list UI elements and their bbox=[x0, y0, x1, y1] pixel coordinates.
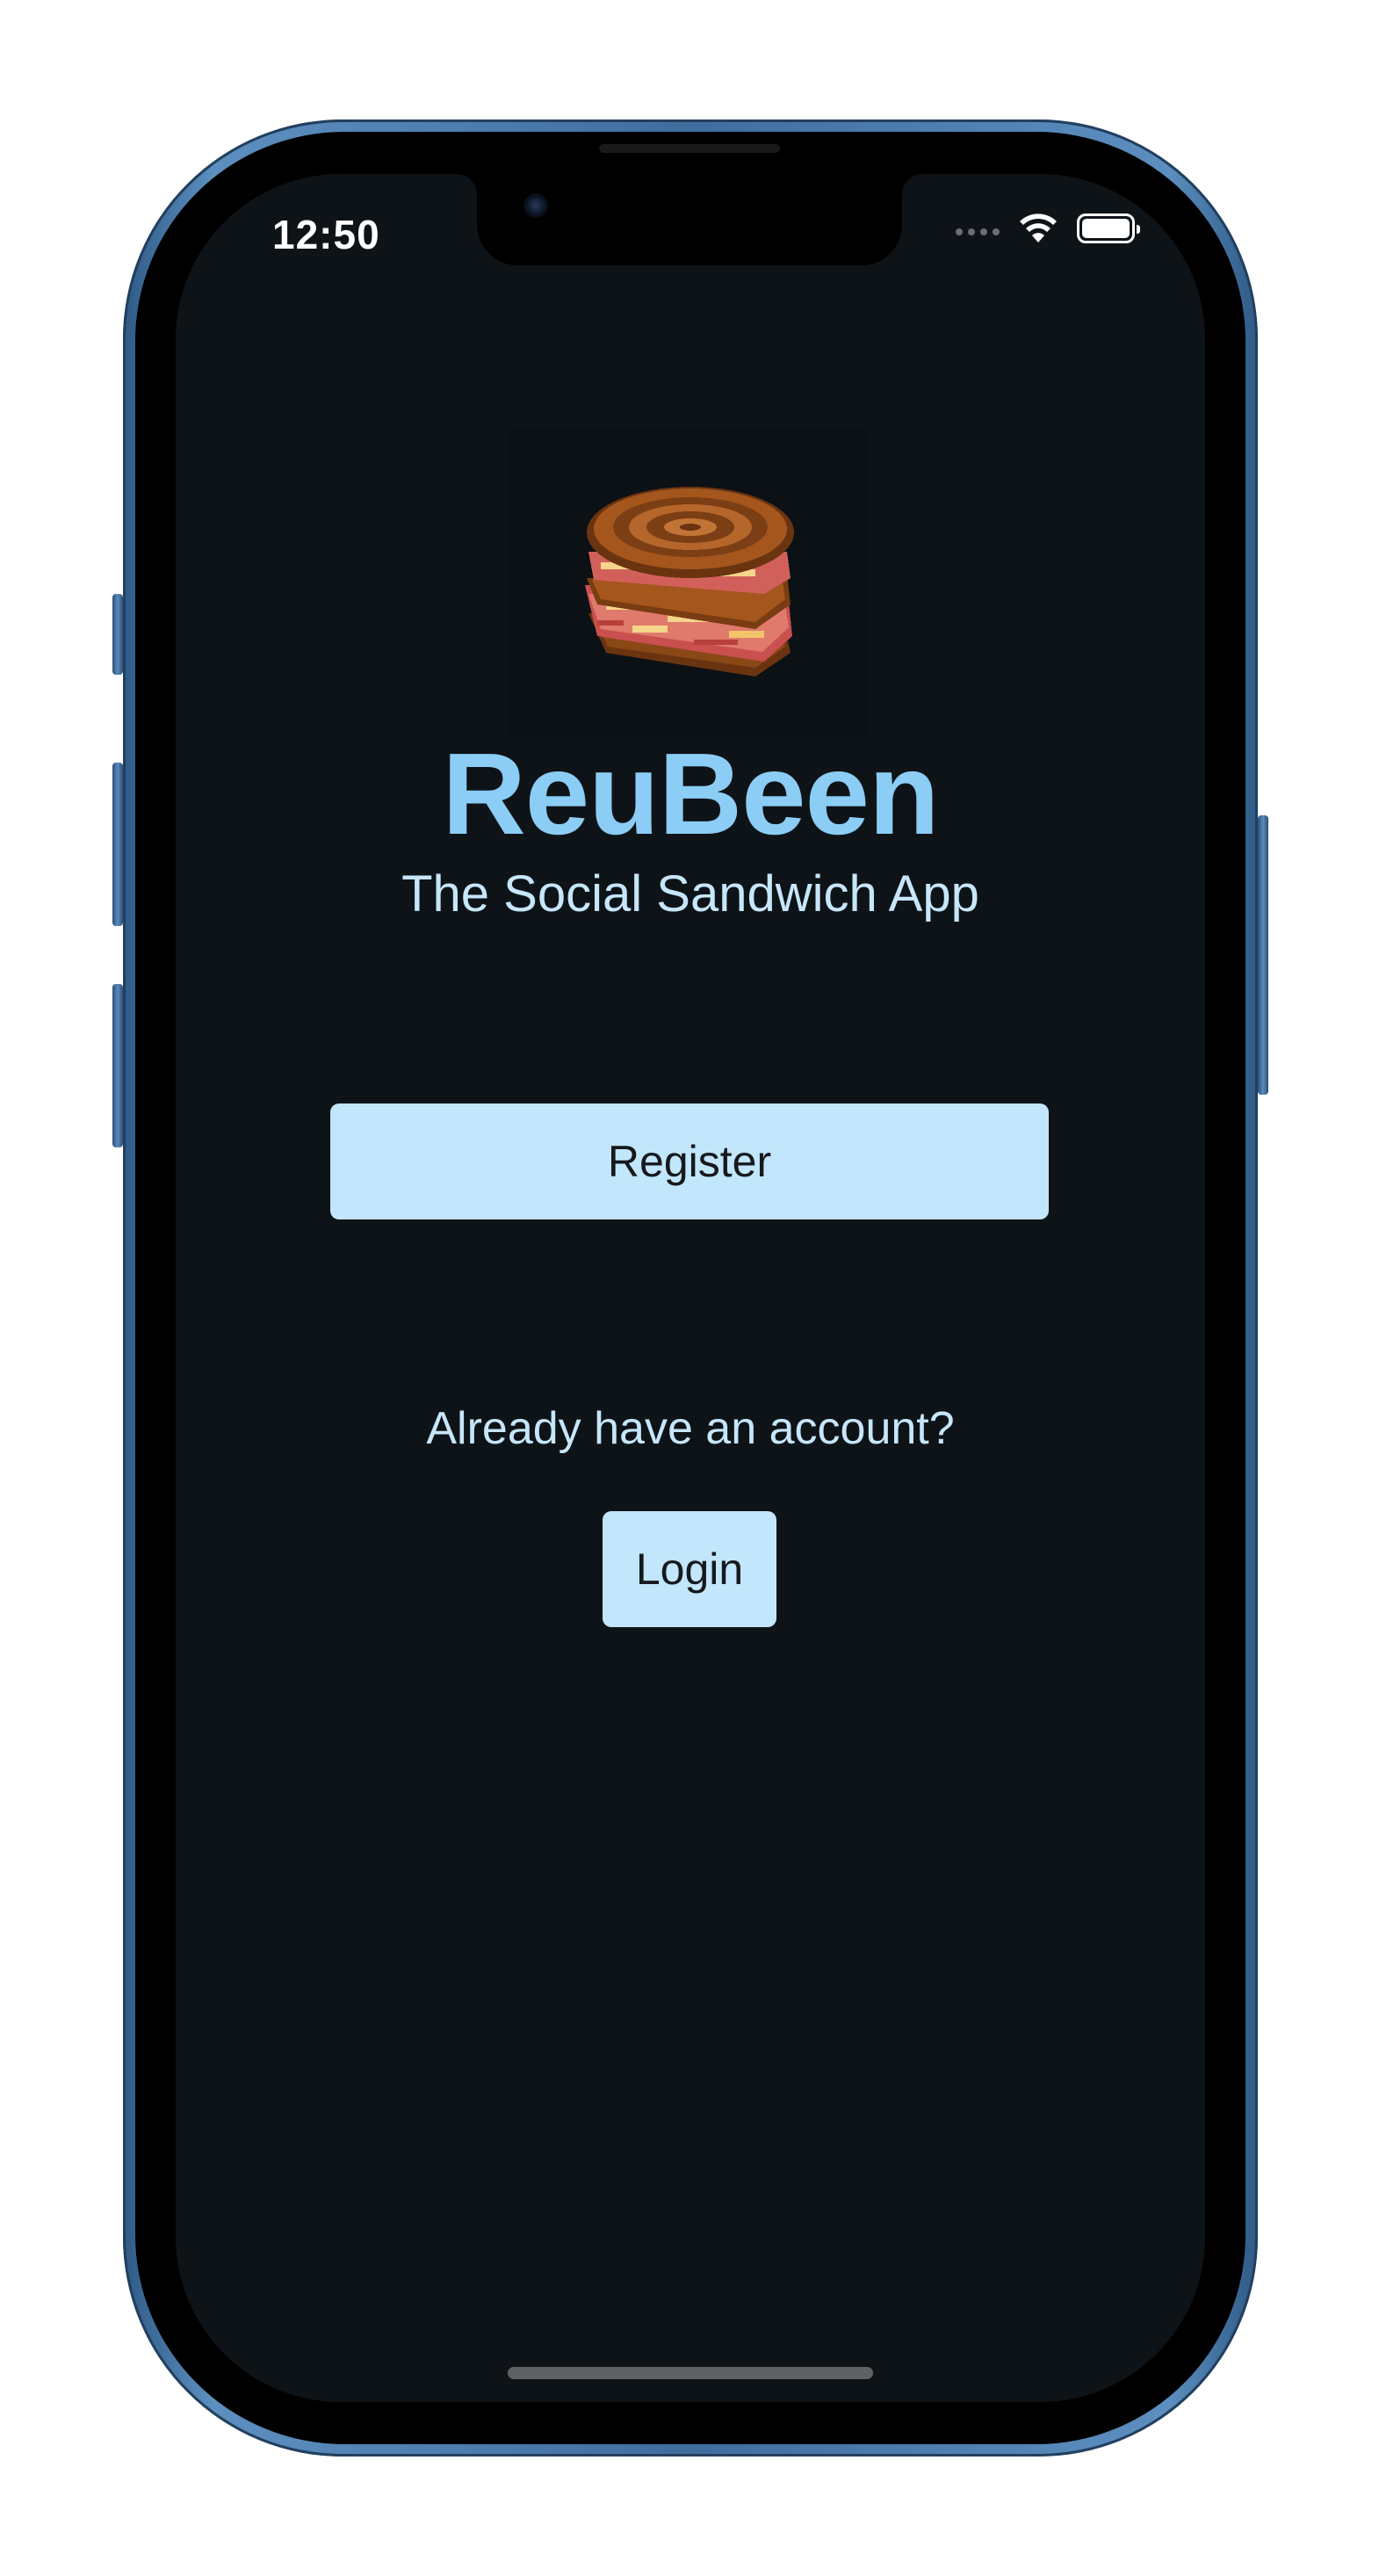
login-button[interactable]: Login bbox=[603, 1511, 776, 1627]
battery-full-icon bbox=[1077, 213, 1140, 243]
notch bbox=[458, 174, 921, 265]
status-icons bbox=[956, 213, 1140, 244]
register-button[interactable]: Register bbox=[330, 1103, 1049, 1219]
volume-up-button bbox=[112, 763, 123, 926]
earpiece-speaker bbox=[599, 144, 780, 153]
volume-down-button bbox=[112, 984, 123, 1147]
front-camera bbox=[523, 193, 548, 218]
status-time: 12:50 bbox=[272, 212, 380, 257]
app-subtitle: The Social Sandwich App bbox=[401, 865, 979, 923]
app-title: ReuBeen bbox=[442, 729, 939, 858]
mute-switch bbox=[112, 594, 123, 675]
cellular-signal-icon bbox=[956, 221, 1000, 235]
account-prompt: Already have an account? bbox=[426, 1403, 955, 1454]
wifi-icon bbox=[1020, 213, 1057, 242]
power-button bbox=[1258, 815, 1268, 1095]
home-indicator[interactable] bbox=[508, 2367, 873, 2379]
app-screen: 12:50 ReuBeen The Social Sandwich App Re… bbox=[176, 174, 1205, 2402]
reuben-sandwich-pixel-icon bbox=[509, 429, 870, 736]
